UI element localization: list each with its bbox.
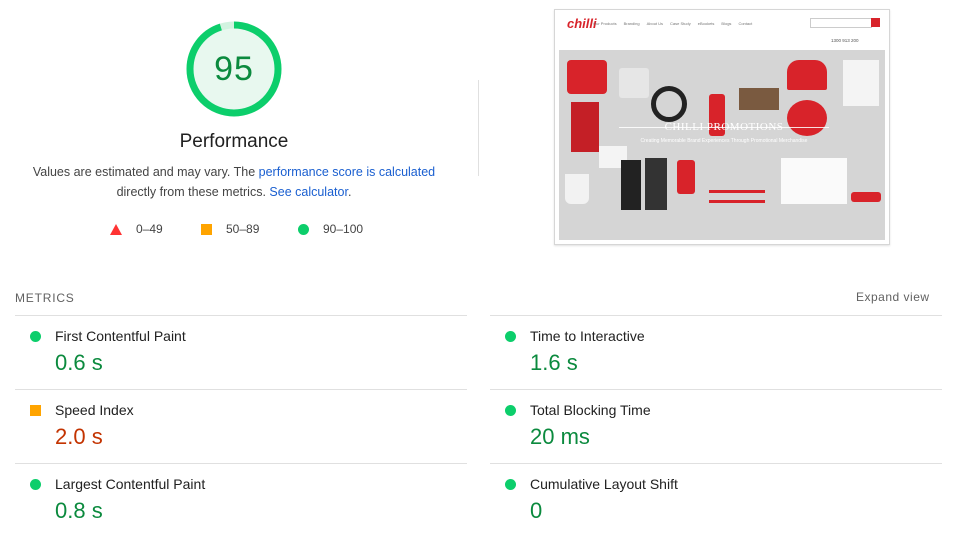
metric-total-blocking-time: Total Blocking Time 20 ms bbox=[490, 389, 942, 463]
thumb-menu-item: Our Products bbox=[593, 21, 617, 26]
metric-value: 0.8 s bbox=[55, 498, 103, 523]
legend-average-range: 50–89 bbox=[226, 222, 260, 236]
pass-circle-icon bbox=[505, 479, 516, 490]
thumb-search-icon bbox=[871, 18, 880, 27]
pass-circle-icon bbox=[30, 331, 41, 342]
metric-label: Total Blocking Time bbox=[530, 402, 651, 418]
legend-average: 50–89 bbox=[201, 222, 259, 236]
thumb-banner-subtitle: Creating Memorable Brand Experiences Thr… bbox=[640, 138, 808, 144]
metric-value: 2.0 s bbox=[55, 424, 103, 449]
thumb-banner-title: CHILLI PROMOTIONS bbox=[664, 121, 784, 133]
metric-time-to-interactive: Time to Interactive 1.6 s bbox=[490, 315, 942, 389]
thumb-menu-item: Branding bbox=[623, 21, 640, 26]
performance-score: 95 bbox=[214, 50, 254, 88]
desc-middle: directly from these metrics. bbox=[116, 185, 270, 199]
metric-label: First Contentful Paint bbox=[55, 328, 186, 344]
metric-value: 1.6 s bbox=[530, 350, 578, 375]
thumb-hero-image: CHILLI PROMOTIONS Creating Memorable Bra… bbox=[559, 50, 885, 240]
metrics-heading: METRICS bbox=[15, 291, 75, 305]
triangle-icon bbox=[110, 223, 122, 235]
metric-value: 20 ms bbox=[530, 424, 590, 449]
metric-largest-contentful-paint: Largest Contentful Paint 0.8 s bbox=[15, 463, 467, 537]
metric-value: 0 bbox=[530, 498, 543, 523]
score-calculation-link[interactable]: performance score is calculated bbox=[259, 165, 435, 179]
thumb-search-box bbox=[810, 18, 872, 28]
thumb-menu-item: Blogs bbox=[721, 21, 732, 26]
metric-speed-index: Speed Index 2.0 s bbox=[15, 389, 467, 463]
pass-circle-icon bbox=[30, 479, 41, 490]
metric-label: Time to Interactive bbox=[530, 328, 645, 344]
final-screenshot[interactable]: chilli Our Products Branding About Us Ca… bbox=[554, 9, 890, 245]
thumb-menu-item: Case Study bbox=[670, 21, 691, 26]
circle-icon bbox=[298, 223, 309, 235]
performance-description: Values are estimated and may vary. The p… bbox=[20, 162, 448, 202]
metric-label: Cumulative Layout Shift bbox=[530, 476, 678, 492]
metric-cumulative-layout-shift: Cumulative Layout Shift 0 bbox=[490, 463, 942, 537]
pass-circle-icon bbox=[505, 331, 516, 342]
thumb-navbar: chilli Our Products Branding About Us Ca… bbox=[555, 10, 889, 50]
legend-pass: 90–100 bbox=[298, 222, 363, 236]
square-icon bbox=[201, 223, 212, 235]
thumb-phone: 1300 913 200 bbox=[831, 38, 859, 43]
metric-first-contentful-paint: First Contentful Paint 0.6 s bbox=[15, 315, 467, 389]
legend-fail-range: 0–49 bbox=[136, 222, 163, 236]
performance-gauge: 95 bbox=[185, 20, 283, 118]
metric-label: Largest Contentful Paint bbox=[55, 476, 206, 492]
performance-title: Performance bbox=[179, 131, 289, 152]
pass-circle-icon bbox=[505, 405, 516, 416]
legend-pass-range: 90–100 bbox=[323, 222, 364, 236]
desc-prefix: Values are estimated and may vary. The bbox=[32, 165, 259, 179]
legend-fail: 0–49 bbox=[110, 222, 163, 236]
vertical-divider bbox=[478, 80, 479, 176]
see-calculator-link[interactable]: See calculator bbox=[269, 185, 348, 199]
average-square-icon bbox=[30, 405, 41, 416]
thumb-menu-item: About Us bbox=[646, 21, 664, 26]
expand-view-button[interactable]: Expand view bbox=[856, 290, 930, 304]
thumb-menu: Our Products Branding About Us Case Stud… bbox=[593, 21, 752, 26]
metric-value: 0.6 s bbox=[55, 350, 103, 375]
metric-label: Speed Index bbox=[55, 402, 134, 418]
thumb-menu-item: Contact bbox=[738, 21, 753, 26]
desc-suffix: . bbox=[347, 185, 352, 199]
thumb-menu-item: eBookets bbox=[697, 21, 715, 26]
